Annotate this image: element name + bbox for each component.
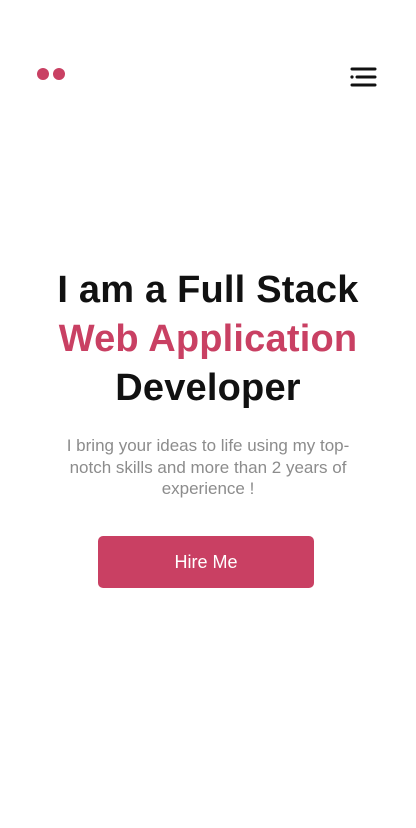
hire-me-button[interactable]: Hire Me (98, 536, 314, 588)
headline-accent-line: Web Application (58, 318, 358, 360)
logo-icon[interactable] (37, 68, 67, 80)
hamburger-menu-icon (350, 67, 377, 87)
hero-headline: I am a Full Stack Web Application Develo… (0, 266, 416, 413)
headline-line: Developer (115, 367, 301, 409)
logo-dot (53, 68, 65, 80)
headline-line: I am a Full Stack (57, 269, 359, 311)
hero-section: I am a Full Stack Web Application Develo… (0, 266, 416, 500)
menu-button[interactable] (347, 64, 379, 90)
site-header (0, 0, 416, 150)
hero-subtitle: I bring your ideas to life using my top-… (66, 436, 350, 498)
logo-dot (37, 68, 49, 80)
